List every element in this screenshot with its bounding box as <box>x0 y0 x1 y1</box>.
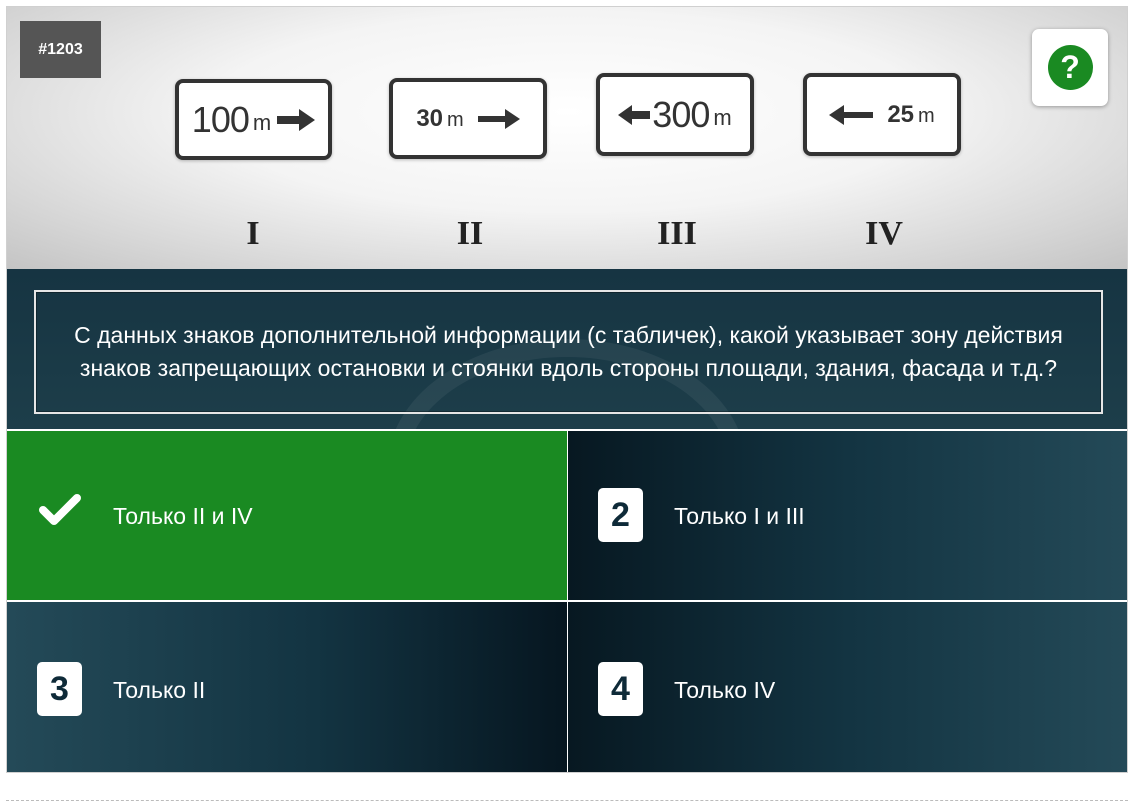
help-button[interactable]: ? <box>1032 29 1108 106</box>
sign-value: 30 <box>416 104 444 132</box>
answer-text: Только II и IV <box>113 503 253 529</box>
question-text: С данных знаков дополнительной информаци… <box>74 322 1063 381</box>
answer-number-badge: 3 <box>37 662 82 716</box>
answer-option-3[interactable]: 3 Только II <box>7 602 567 772</box>
divider <box>6 800 1128 801</box>
sign-value: 25 <box>887 100 915 128</box>
sign-unit: m <box>918 105 935 127</box>
sign-value: 300 <box>652 93 710 135</box>
answer-text: Только I и III <box>674 503 805 529</box>
question-box: С данных знаков дополнительной информаци… <box>34 290 1103 414</box>
sign-unit: m <box>447 109 464 131</box>
quiz-card: #1203 ? 100 m I 30 m II 300 m III 25 m I… <box>6 6 1128 773</box>
sign-label-3: III <box>657 215 697 252</box>
sign-label-2: II <box>456 215 484 252</box>
arrow-right-icon <box>277 108 316 131</box>
answer-option-4[interactable]: 4 Только IV <box>568 602 1127 772</box>
arrow-left-icon <box>618 104 651 125</box>
answer-text: Только IV <box>674 677 776 703</box>
sign-plate-3: 300 m <box>596 73 754 156</box>
question-mark-icon: ? <box>1047 45 1093 90</box>
question-panel: С данных знаков дополнительной информаци… <box>7 269 1127 599</box>
answer-number-badge: 2 <box>598 488 643 542</box>
sign-unit: m <box>252 109 272 135</box>
arrow-left-icon <box>829 104 874 125</box>
answer-option-1[interactable]: Только II и IV <box>7 431 567 600</box>
question-number: #1203 <box>20 21 101 78</box>
sign-label-1: I <box>246 215 260 252</box>
sign-label-4: IV <box>865 215 903 252</box>
sign-unit: m <box>713 104 732 130</box>
checkmark-icon <box>39 494 81 525</box>
answer-number-badge: 4 <box>598 662 643 716</box>
sign-plate-4: 25 m <box>803 73 961 156</box>
arrow-right-icon <box>477 108 520 129</box>
question-image: #1203 ? 100 m I 30 m II 300 m III 25 m I… <box>7 7 1127 269</box>
sign-value: 100 <box>191 98 250 140</box>
sign-plate-2: 30 m <box>389 78 547 159</box>
answer-text: Только II <box>113 677 206 703</box>
sign-plate-1: 100 m <box>175 79 332 160</box>
answer-option-2[interactable]: 2 Только I и III <box>568 431 1127 600</box>
